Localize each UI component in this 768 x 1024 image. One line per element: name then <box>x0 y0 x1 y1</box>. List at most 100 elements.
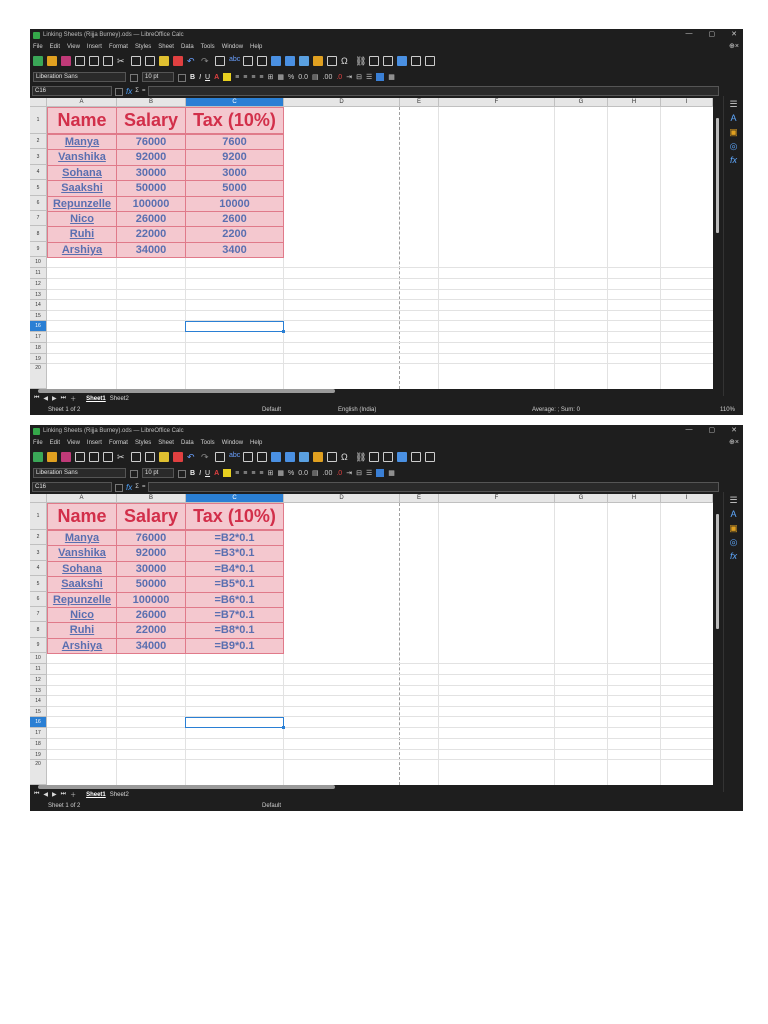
border-color-icon[interactable] <box>376 469 385 477</box>
salary-cell[interactable]: 22000 <box>116 622 186 639</box>
row-header-9[interactable]: 9 <box>30 242 47 257</box>
row-header-10[interactable]: 10 <box>30 257 47 268</box>
column-header-b[interactable]: B <box>117 494 186 503</box>
clone-format-icon[interactable] <box>159 56 169 66</box>
row-header-1[interactable]: 1 <box>30 503 47 530</box>
align-center-icon[interactable]: ≡ <box>243 470 247 477</box>
menu-edit[interactable]: Edit <box>50 44 60 50</box>
headers-footers-icon[interactable] <box>383 56 393 66</box>
column-icon[interactable] <box>257 56 267 66</box>
bold-button[interactable]: B <box>190 470 195 477</box>
status-zoom[interactable]: 110% <box>720 407 735 413</box>
name-box-dropdown-icon[interactable] <box>115 484 123 492</box>
tax-cell[interactable]: 2200 <box>185 226 284 243</box>
underline-button[interactable]: U <box>205 74 210 81</box>
font-color-icon[interactable]: A <box>214 74 219 81</box>
menu-format[interactable]: Format <box>109 440 128 446</box>
row-header-5[interactable]: 5 <box>30 576 47 592</box>
sum-icon[interactable]: Σ <box>135 88 139 94</box>
border-style-icon[interactable]: ☰ <box>366 73 372 81</box>
percent-format-button[interactable]: % <box>288 470 294 477</box>
cut-icon[interactable]: ✂ <box>117 56 127 66</box>
border-color-icon[interactable] <box>376 73 385 81</box>
spreadsheet-grid[interactable]: A B C D E F G H I 1 2 3 4 5 6 7 8 9 10 1… <box>30 98 713 389</box>
name-box[interactable]: C16 <box>32 482 112 492</box>
menu-file[interactable]: File <box>33 440 43 446</box>
column-header-c[interactable]: C <box>186 494 284 503</box>
row-header-12[interactable]: 12 <box>30 279 47 290</box>
row-header-7[interactable]: 7 <box>30 607 47 622</box>
formula-equals-icon[interactable]: = <box>142 484 146 490</box>
special-character-icon[interactable]: Ω <box>341 56 351 66</box>
name-cell[interactable]: Arshiya <box>47 242 117 258</box>
tax-cell[interactable]: 2600 <box>185 211 284 227</box>
copy-icon[interactable] <box>131 452 141 462</box>
row-header-2[interactable]: 2 <box>30 530 47 545</box>
row-icon[interactable] <box>243 56 253 66</box>
functions-icon[interactable]: fx <box>728 155 739 166</box>
sort-icon[interactable] <box>271 452 281 462</box>
salary-cell[interactable]: 92000 <box>116 149 186 166</box>
tab-sheet2[interactable]: Sheet2 <box>110 396 129 402</box>
column-header-a[interactable]: A <box>47 494 117 503</box>
comment-icon[interactable] <box>369 452 379 462</box>
insert-chart-icon[interactable] <box>313 56 323 66</box>
next-sheet-icon[interactable]: ▶ <box>52 791 57 798</box>
vertical-scroll-thumb[interactable] <box>716 118 719 233</box>
salary-cell[interactable]: 30000 <box>116 165 186 181</box>
formula-equals-icon[interactable]: = <box>142 88 146 94</box>
selected-cell-c16[interactable] <box>185 717 285 729</box>
spreadsheet-grid[interactable]: A B C D E F G H I 1 2 3 4 5 6 7 8 9 10 1… <box>30 494 713 785</box>
clear-format-icon[interactable] <box>173 452 183 462</box>
open-folder-icon[interactable] <box>47 56 57 66</box>
first-sheet-icon[interactable]: ⏮ <box>34 791 39 798</box>
functions-icon[interactable]: fx <box>728 551 739 562</box>
row-header-3[interactable]: 3 <box>30 545 47 561</box>
highlight-color-icon[interactable] <box>223 73 232 81</box>
border-style-icon[interactable]: ☰ <box>366 469 372 477</box>
undo-icon[interactable]: ↶ <box>187 452 197 462</box>
save-icon[interactable] <box>61 452 71 462</box>
align-left-icon[interactable]: ≡ <box>235 470 239 477</box>
bold-button[interactable]: B <box>190 74 195 81</box>
freeze-rows-icon[interactable] <box>411 452 421 462</box>
name-cell[interactable]: Vanshika <box>47 545 117 562</box>
new-document-icon[interactable] <box>33 452 43 462</box>
column-header-g[interactable]: G <box>555 494 608 503</box>
column-header-i[interactable]: I <box>661 98 713 107</box>
menu-tools[interactable]: Tools <box>201 440 215 446</box>
paste-icon[interactable] <box>145 56 155 66</box>
percent-format-button[interactable]: % <box>288 74 294 81</box>
insert-image-icon[interactable] <box>299 56 309 66</box>
properties-icon[interactable]: ☰ <box>728 495 739 506</box>
save-icon[interactable] <box>61 56 71 66</box>
italic-button[interactable]: I <box>199 74 201 81</box>
name-cell[interactable]: Nico <box>47 211 117 227</box>
salary-cell[interactable]: 76000 <box>116 530 186 546</box>
row-header-4[interactable]: 4 <box>30 165 47 180</box>
name-cell[interactable]: Sohana <box>47 561 117 577</box>
name-cell[interactable]: Vanshika <box>47 149 117 166</box>
copy-icon[interactable] <box>131 56 141 66</box>
selected-cell-c16[interactable] <box>185 321 285 333</box>
tab-sheet2[interactable]: Sheet2 <box>110 792 129 798</box>
row-header-6[interactable]: 6 <box>30 196 47 211</box>
font-name-dropdown-icon[interactable] <box>130 74 138 82</box>
tax-formula-cell[interactable]: =B2*0.1 <box>185 530 284 546</box>
font-size-dropdown-icon[interactable] <box>178 74 186 82</box>
print-icon[interactable] <box>89 452 99 462</box>
minimize-button[interactable]: — <box>686 426 693 434</box>
corner-select-all[interactable] <box>30 494 47 503</box>
menu-window[interactable]: Window <box>222 44 243 50</box>
column-header-h[interactable]: H <box>608 98 661 107</box>
tax-cell[interactable]: 3000 <box>185 165 284 181</box>
menu-data[interactable]: Data <box>181 440 194 446</box>
redo-icon[interactable]: ↷ <box>201 452 211 462</box>
salary-cell[interactable]: 30000 <box>116 561 186 577</box>
autofilter-icon[interactable] <box>285 56 295 66</box>
freeze-rows-icon[interactable] <box>411 56 421 66</box>
globe-icon[interactable]: ⊕× <box>729 438 739 446</box>
number-format-button[interactable]: 0.0 <box>298 74 308 81</box>
font-name-box[interactable]: Liberation Sans <box>33 72 126 82</box>
status-page-style[interactable]: Default <box>262 803 281 809</box>
